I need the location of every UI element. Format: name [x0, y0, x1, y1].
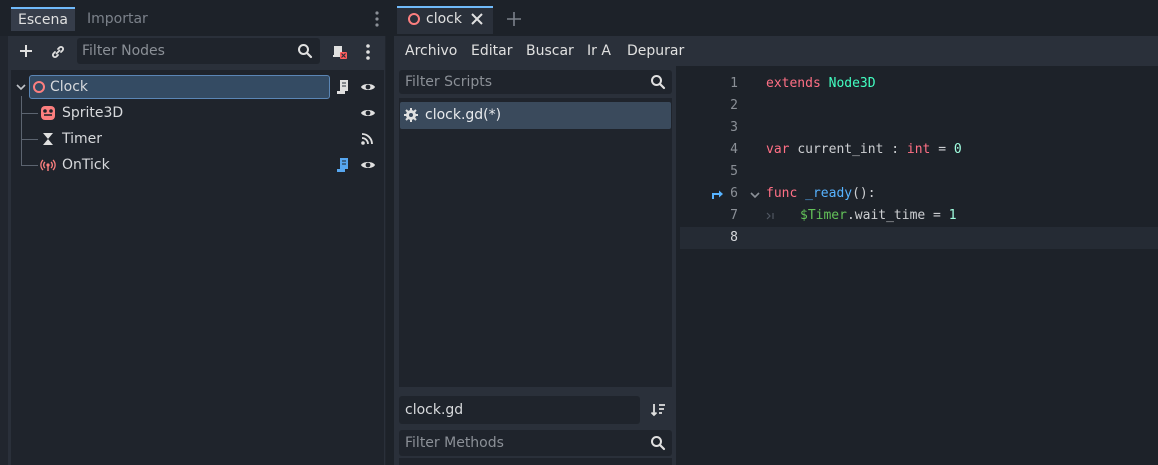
script-icon[interactable] [336, 79, 350, 95]
keyword-token: var [766, 142, 790, 157]
keyword-token: extends [766, 76, 821, 91]
node3d-icon [32, 80, 46, 94]
dock-menu-kebab-icon[interactable] [373, 10, 381, 28]
menu-editar[interactable]: Editar [471, 36, 512, 66]
tab-importar[interactable]: Importar [80, 7, 155, 31]
tree-guide-line [21, 113, 38, 114]
visibility-eye-icon[interactable] [360, 107, 376, 119]
instance-link-icon[interactable] [50, 44, 66, 60]
menu-depurar[interactable]: Depurar [627, 36, 684, 66]
filter-nodes-input[interactable]: Filter Nodes [77, 38, 320, 64]
script-list [399, 98, 672, 387]
identifier-token: .wait_time = [846, 208, 941, 223]
scene-menu-kebab-icon[interactable] [364, 43, 372, 61]
menu-buscar[interactable]: Buscar [526, 36, 574, 66]
identifier-token: current_int [797, 142, 884, 157]
symbol-token: = [938, 142, 947, 157]
tab-clock-label: clock [426, 11, 462, 27]
new-tab-plus-icon[interactable] [506, 11, 522, 27]
search-icon [297, 43, 313, 59]
tree-guide-line [21, 139, 38, 140]
tab-escena[interactable]: Escena [11, 7, 75, 31]
dock-splitter[interactable] [386, 0, 394, 465]
current-line-highlight [680, 227, 1158, 249]
number-token: 1 [948, 208, 957, 223]
methods-list [399, 458, 672, 465]
type-token: Node3D [828, 76, 876, 91]
search-icon [650, 435, 666, 451]
tree-guide-line [21, 96, 22, 165]
code-editor[interactable] [680, 70, 1158, 465]
filter-methods-input[interactable]: Filter Methods [399, 430, 672, 456]
type-token: int [906, 142, 931, 157]
tree-node-label[interactable]: Timer [62, 126, 102, 152]
symbol-token: (): [852, 186, 876, 201]
keyword-token: func [766, 186, 798, 201]
override-arrow-icon[interactable] [711, 188, 725, 200]
indent-tab-marker-icon [766, 212, 776, 220]
code-line-6: func _ready(): [766, 183, 876, 205]
visibility-eye-icon[interactable] [360, 159, 376, 171]
timer-hourglass-icon [42, 132, 54, 146]
add-node-plus-icon[interactable] [18, 43, 34, 59]
fold-chevron-down-icon[interactable] [749, 190, 761, 200]
tree-node-label[interactable]: Sprite3D [62, 100, 123, 126]
line-number: 5 [730, 164, 738, 179]
code-line-1: extends Node3D [766, 73, 876, 95]
search-icon [650, 74, 666, 90]
visibility-eye-icon[interactable] [360, 81, 376, 93]
line-number: 2 [730, 98, 738, 113]
menu-ir-a[interactable]: Ir A [587, 36, 611, 66]
filter-scripts-input[interactable]: Filter Scripts [399, 70, 672, 94]
tree-node-label: Clock [50, 79, 89, 95]
code-line-4: var current_int : int = 0 [766, 139, 962, 161]
line-number: 4 [730, 142, 738, 157]
attach-script-icon[interactable] [330, 43, 348, 61]
close-icon[interactable] [470, 12, 484, 26]
line-number: 1 [730, 76, 738, 91]
sort-list-icon[interactable] [650, 402, 666, 418]
tree-guide-line [21, 165, 38, 166]
tree-node-label[interactable]: OnTick [62, 152, 110, 178]
current-script-name: clock.gd [399, 396, 640, 424]
signal-connections-icon[interactable] [360, 132, 374, 146]
line-number: 7 [730, 208, 738, 223]
number-token: 0 [953, 142, 962, 157]
function-name-token: _ready [805, 186, 853, 201]
collapse-chevron-down-icon[interactable] [15, 82, 27, 92]
gear-icon [403, 107, 419, 123]
node3d-icon [407, 12, 421, 26]
node-path-token: $Timer [800, 208, 847, 223]
sprite3d-icon [40, 105, 56, 121]
code-line-7: $Timer.wait_time = 1 [800, 205, 957, 227]
script-list-item-label: clock.gd(*) [425, 107, 502, 123]
script-icon[interactable] [336, 157, 350, 173]
audio-listener-icon [40, 158, 56, 172]
symbol-token: : [891, 142, 900, 157]
line-number: 8 [730, 230, 738, 245]
menu-archivo[interactable]: Archivo [405, 36, 457, 66]
line-number: 3 [730, 120, 738, 135]
